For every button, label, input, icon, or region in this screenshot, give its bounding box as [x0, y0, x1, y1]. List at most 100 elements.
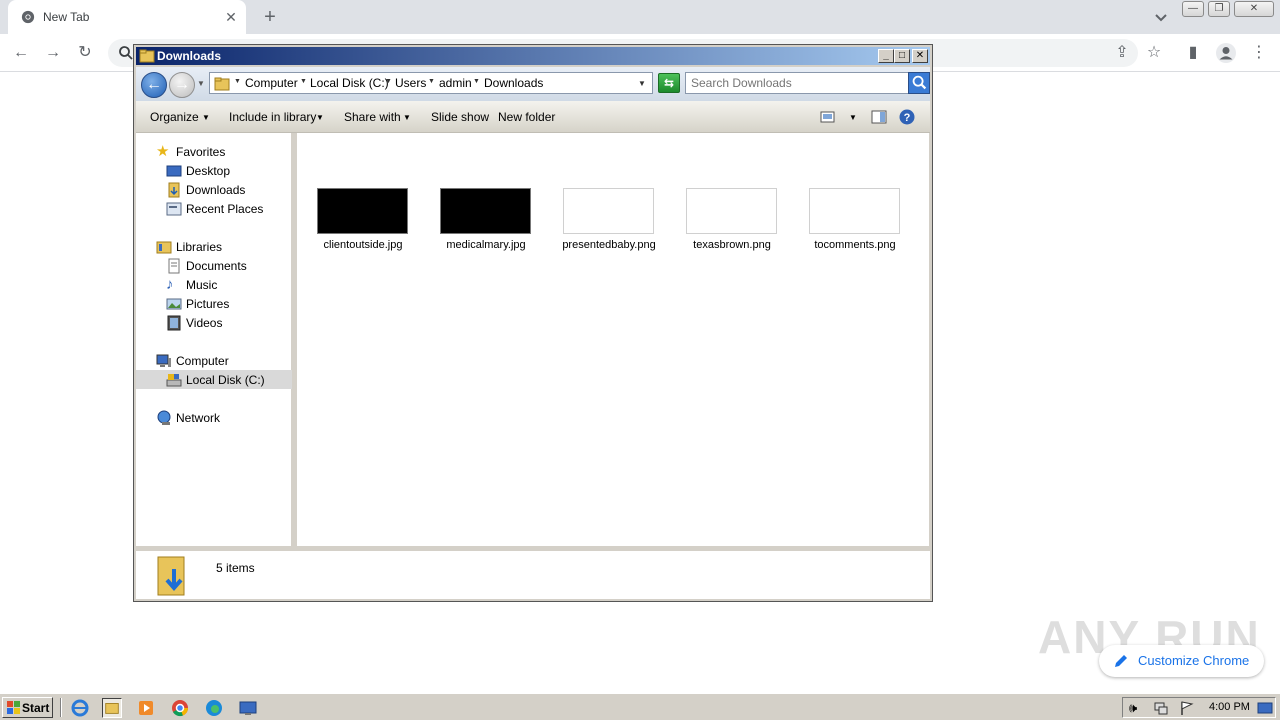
nav-local-disk[interactable]: Local Disk (C:)	[136, 370, 292, 389]
nav-documents[interactable]: Documents	[136, 256, 292, 275]
menu-kebab-icon[interactable]: ⋮	[1248, 42, 1270, 64]
pictures-icon	[166, 298, 182, 310]
file-item-tocomments[interactable]: tocomments.png	[793, 185, 913, 255]
star-icon: ★	[156, 143, 170, 160]
breadcrumb-users[interactable]: Users	[395, 76, 426, 90]
file-item-texasbrown[interactable]: texasbrown.png	[670, 185, 790, 255]
breadcrumb-computer[interactable]: Computer	[245, 76, 298, 90]
back-button[interactable]: ←	[141, 72, 167, 98]
file-item-medicalmary[interactable]: medicalmary.jpg	[424, 185, 544, 255]
nav-downloads[interactable]: Downloads	[136, 180, 292, 199]
nav-music[interactable]: ♪ Music	[136, 275, 292, 294]
tab-title: New Tab	[43, 10, 90, 24]
breadcrumb-chevron-icon[interactable]: ▼	[473, 78, 480, 85]
breadcrumb-chevron-icon[interactable]: ▼	[234, 78, 241, 85]
forward-arrow-icon[interactable]: →	[42, 42, 64, 64]
image-thumbnail	[809, 188, 900, 234]
breadcrumb-chevron-icon[interactable]: ▼	[300, 78, 307, 85]
item-count: 5 items	[216, 561, 255, 575]
breadcrumb-chevron-icon[interactable]: ▼	[385, 78, 392, 85]
nav-favorites[interactable]: ★ Favorites	[136, 142, 292, 161]
refresh-button[interactable]: ⇆	[658, 73, 680, 93]
recent-pages-dropdown-icon[interactable]: ▼	[197, 79, 205, 88]
explorer-folder-icon[interactable]	[102, 698, 122, 718]
search-input[interactable]	[691, 76, 903, 90]
organize-button[interactable]: Organize	[150, 110, 199, 124]
minimize-button[interactable]: —	[1182, 1, 1204, 17]
taskbar-separator	[60, 698, 62, 717]
show-desktop-icon[interactable]	[1257, 700, 1273, 716]
image-thumbnail	[563, 188, 654, 234]
computer-icon	[156, 354, 171, 367]
view-dropdown-icon[interactable]: ▼	[849, 113, 857, 122]
edge-icon[interactable]	[204, 698, 224, 718]
explorer-maximize-button[interactable]: □	[894, 49, 910, 63]
breadcrumb-admin[interactable]: admin	[439, 76, 472, 90]
file-item-presentedbaby[interactable]: presentedbaby.png	[547, 185, 667, 255]
pencil-icon	[1115, 655, 1127, 667]
internet-explorer-icon[interactable]	[70, 698, 90, 718]
breadcrumb-chevron-icon[interactable]: ▼	[428, 78, 435, 85]
documents-icon	[168, 258, 180, 274]
restore-button[interactable]: ❐	[1208, 1, 1230, 17]
address-bar[interactable]: ▼ Computer ▼ Local Disk (C:) ▼ Users ▼ a…	[209, 72, 653, 94]
image-thumbnail	[686, 188, 777, 234]
nav-recent-places[interactable]: Recent Places	[136, 199, 292, 218]
help-icon[interactable]: ?	[899, 109, 915, 125]
back-arrow-icon[interactable]: ←	[10, 42, 32, 64]
nav-videos[interactable]: Videos	[136, 313, 292, 332]
explorer-address-row: ← → ▼ ▼ Computer ▼ Local Disk (C:) ▼ Use…	[136, 67, 930, 101]
profile-avatar-icon[interactable]	[1215, 42, 1237, 64]
svg-text:?: ?	[904, 112, 911, 124]
tab-close-icon[interactable]: ✕	[222, 8, 240, 26]
explorer-titlebar[interactable]: Downloads _ □ ✕	[136, 47, 930, 65]
desktop-shortcut-icon[interactable]	[238, 698, 258, 718]
breadcrumb-downloads[interactable]: Downloads	[484, 76, 543, 90]
start-button[interactable]: Start	[2, 697, 53, 718]
include-dropdown-icon: ▼	[316, 113, 324, 122]
explorer-title: Downloads	[157, 49, 222, 63]
breadcrumb-local-disk[interactable]: Local Disk (C:)	[310, 76, 389, 90]
image-thumbnail	[317, 188, 408, 234]
search-icon[interactable]	[908, 72, 930, 94]
nav-computer[interactable]: Computer	[136, 351, 292, 370]
nav-pictures[interactable]: Pictures	[136, 294, 292, 313]
share-icon[interactable]: ⇪	[1111, 42, 1133, 64]
slide-show-button[interactable]: Slide show	[431, 110, 489, 124]
action-center-flag-icon[interactable]	[1179, 700, 1195, 716]
reload-icon[interactable]: ↻	[74, 42, 96, 64]
tab-new-tab[interactable]: New Tab ✕	[8, 0, 246, 34]
file-list: clientoutside.jpg medicalmary.jpg presen…	[297, 133, 929, 546]
search-box[interactable]	[685, 72, 909, 94]
media-player-icon[interactable]	[136, 698, 156, 718]
share-with-button[interactable]: Share with	[344, 110, 401, 124]
explorer-close-button[interactable]: ✕	[912, 49, 928, 63]
details-pane: 5 items	[136, 549, 930, 599]
desktop-icon	[166, 165, 182, 177]
new-tab-button[interactable]: +	[258, 5, 282, 29]
chrome-icon[interactable]	[170, 698, 190, 718]
address-dropdown-icon[interactable]: ▼	[638, 79, 646, 88]
explorer-minimize-button[interactable]: _	[878, 49, 894, 63]
network-tray-icon[interactable]	[1153, 700, 1169, 716]
folder-icon	[139, 49, 155, 63]
file-item-clientoutside[interactable]: clientoutside.jpg	[301, 185, 421, 255]
side-panel-icon[interactable]: ▮	[1182, 42, 1204, 64]
forward-button[interactable]: →	[169, 72, 195, 98]
customize-chrome-button[interactable]: Customize Chrome	[1099, 645, 1264, 677]
nav-libraries[interactable]: Libraries	[136, 237, 292, 256]
nav-network[interactable]: Network	[136, 408, 292, 427]
close-button[interactable]: ✕	[1234, 1, 1274, 17]
new-folder-button[interactable]: New folder	[498, 110, 555, 124]
bookmark-star-icon[interactable]: ☆	[1143, 42, 1165, 64]
network-icon	[157, 410, 171, 425]
share-dropdown-icon: ▼	[403, 113, 411, 122]
tab-search-icon[interactable]	[1150, 6, 1172, 28]
file-name: texasbrown.png	[693, 239, 771, 251]
include-in-library-button[interactable]: Include in library	[229, 110, 316, 124]
preview-pane-icon[interactable]	[871, 109, 887, 125]
volume-icon[interactable]: 🕪	[1129, 700, 1145, 716]
nav-desktop[interactable]: Desktop	[136, 161, 292, 180]
change-view-icon[interactable]	[820, 109, 836, 125]
explorer-window: Downloads _ □ ✕ ← → ▼ ▼ Computer ▼ Local…	[133, 44, 933, 602]
